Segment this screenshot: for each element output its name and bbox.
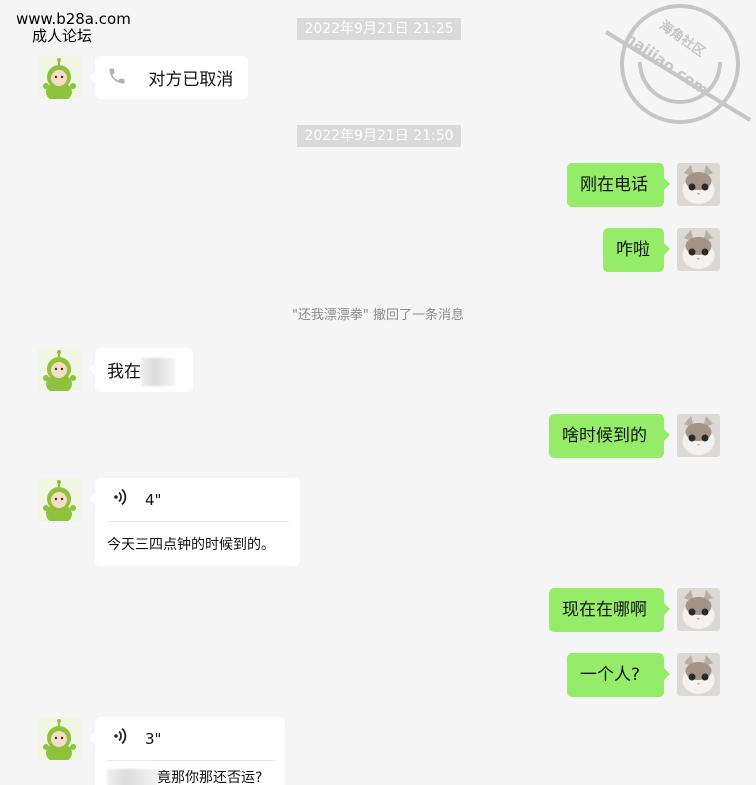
timestamp: 2022年9月21日 21:25 bbox=[297, 18, 461, 40]
chat-window: www.b28a.com 成人论坛 海角社区 haijiao.com 2022年… bbox=[0, 0, 756, 785]
avatar-self[interactable] bbox=[677, 228, 720, 271]
voice-transcript-row: 竟那你那还否运? bbox=[107, 769, 273, 785]
message-text: 咋啦 bbox=[616, 240, 650, 260]
watermark-logo: 海角社区 haijiao.com bbox=[604, 4, 752, 124]
avatar-self[interactable] bbox=[677, 414, 720, 457]
voice-duration: 4" bbox=[145, 491, 162, 509]
voice-icon[interactable] bbox=[113, 727, 131, 752]
avatar-self[interactable] bbox=[677, 588, 720, 631]
message-text: 啥时候到的 bbox=[562, 426, 647, 446]
message-text: 一个人? bbox=[580, 665, 641, 685]
message-bubble-sent[interactable]: 现在在哪啊 bbox=[549, 588, 670, 632]
message-text: 现在在哪啊 bbox=[562, 600, 647, 620]
watermark-bottom-text: haijiao.com bbox=[622, 29, 712, 99]
recall-notice: "还我漂漂拳" 撤回了一条消息 bbox=[291, 308, 465, 323]
redacted-blur bbox=[141, 358, 175, 386]
avatar-self[interactable] bbox=[677, 163, 720, 206]
message-text: 对方已取消 bbox=[148, 69, 234, 90]
message-text: 刚在电话 bbox=[580, 175, 648, 195]
message-bubble-sent[interactable]: 咋啦 bbox=[603, 228, 670, 272]
voice-message-bubble[interactable]: 4" 今天三四点钟的时候到的。 bbox=[89, 478, 300, 566]
site-name-text: 成人论坛 bbox=[32, 27, 93, 45]
redacted-blur bbox=[107, 769, 157, 785]
voice-icon[interactable] bbox=[113, 488, 131, 513]
voice-divider bbox=[107, 760, 275, 761]
timestamp: 2022年9月21日 21:50 bbox=[297, 125, 461, 147]
message-bubble-received[interactable]: 对方已取消 bbox=[89, 56, 248, 99]
message-bubble-sent[interactable]: 啥时候到的 bbox=[549, 414, 670, 458]
avatar-contact[interactable] bbox=[38, 478, 81, 521]
phone-icon bbox=[107, 66, 129, 93]
voice-duration: 3" bbox=[145, 730, 162, 748]
message-bubble-sent[interactable]: 刚在电话 bbox=[567, 163, 670, 207]
avatar-contact[interactable] bbox=[38, 348, 81, 391]
message-text: 我在 bbox=[107, 362, 141, 382]
message-bubble-received[interactable]: 我在 bbox=[89, 348, 193, 392]
site-url-text: www.b28a.com bbox=[16, 10, 131, 28]
voice-message-bubble[interactable]: 3" 竟那你那还否运? bbox=[89, 717, 285, 785]
message-bubble-sent[interactable]: 一个人? bbox=[567, 653, 670, 697]
avatar-contact[interactable] bbox=[38, 717, 81, 760]
avatar-self[interactable] bbox=[677, 653, 720, 696]
avatar-contact[interactable] bbox=[38, 56, 81, 99]
voice-divider bbox=[107, 521, 289, 522]
voice-transcript: 竟那你那还否运? bbox=[157, 770, 263, 785]
voice-transcript: 今天三四点钟的时候到的。 bbox=[107, 537, 275, 553]
